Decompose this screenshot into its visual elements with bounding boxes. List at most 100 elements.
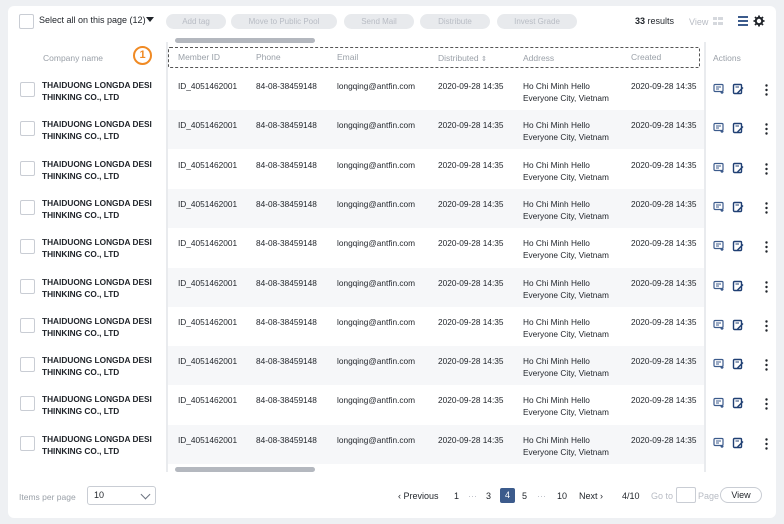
phone-cell: 84-08-38459148 (256, 356, 317, 367)
table-row[interactable]: THAIDUONG LONGDA DESI THINKING CO., LTD I… (8, 228, 776, 268)
bottom-horizontal-scrollbar[interactable] (175, 467, 315, 472)
company-name-cell[interactable]: THAIDUONG LONGDA DESI THINKING CO., LTD (42, 158, 162, 182)
email-cell: longqing@antfin.com (337, 277, 416, 288)
goto-page-input[interactable] (676, 487, 696, 503)
table-row[interactable]: THAIDUONG LONGDA DESI THINKING CO., LTD I… (8, 306, 776, 346)
table-row[interactable]: THAIDUONG LONGDA DESI THINKING CO., LTD I… (8, 188, 776, 228)
comment-add-icon[interactable] (713, 319, 725, 331)
edit-note-icon[interactable] (732, 437, 744, 449)
results-count: 33 results (635, 16, 674, 26)
address-cell: Ho Chi Minh Hello Everyone City, Vietnam (523, 81, 609, 103)
top-horizontal-scrollbar[interactable] (175, 38, 315, 43)
company-name-cell[interactable]: THAIDUONG LONGDA DESI THINKING CO., LTD (42, 276, 162, 300)
edit-note-icon[interactable] (732, 358, 744, 370)
next-page-link[interactable]: Next › (579, 491, 603, 501)
company-name-cell[interactable]: THAIDUONG LONGDA DESI THINKING CO., LTD (42, 354, 162, 378)
settings-gear-icon[interactable] (753, 15, 765, 27)
company-name-cell[interactable]: THAIDUONG LONGDA DESI THINKING CO., LTD (42, 197, 162, 221)
edit-note-icon[interactable] (732, 122, 744, 134)
more-vertical-icon[interactable] (765, 162, 768, 175)
email-cell: longqing@antfin.com (337, 120, 416, 131)
email-cell: longqing@antfin.com (337, 395, 416, 406)
select-all-caret-icon[interactable] (146, 17, 154, 22)
table-row[interactable]: THAIDUONG LONGDA DESI THINKING CO., LTD I… (8, 424, 776, 464)
comment-add-icon[interactable] (713, 437, 725, 449)
page-ellipsis-right[interactable]: ··· (537, 491, 546, 501)
distribute-button[interactable]: Distribute (420, 14, 490, 29)
previous-page-link[interactable]: ‹ Previous (398, 491, 439, 501)
company-name-cell[interactable]: THAIDUONG LONGDA DESI THINKING CO., LTD (42, 79, 162, 103)
distributed-cell: 2020-09-28 14:35 (438, 159, 504, 170)
move-to-public-pool-button[interactable]: Move to Public Pool (231, 14, 337, 29)
table-row[interactable]: THAIDUONG LONGDA DESI THINKING CO., LTD I… (8, 385, 776, 425)
comment-add-icon[interactable] (713, 122, 725, 134)
member-id-cell: ID_4051462001 (178, 81, 238, 91)
comment-add-icon[interactable] (713, 358, 725, 370)
member-id-cell: ID_4051462001 (178, 198, 238, 209)
row-checkbox[interactable] (20, 239, 35, 255)
view-page-button[interactable]: View (720, 487, 762, 503)
add-tag-button[interactable]: Add tag (166, 14, 226, 29)
distributed-cell: 2020-09-28 14:35 (438, 356, 504, 367)
page-link-1[interactable]: 1 (454, 491, 459, 501)
row-fixed-left: THAIDUONG LONGDA DESI THINKING CO., LTD (8, 71, 166, 110)
more-vertical-icon[interactable] (765, 437, 768, 450)
grid-view-icon[interactable] (712, 15, 724, 27)
edit-note-icon[interactable] (732, 162, 744, 174)
table-row[interactable]: THAIDUONG LONGDA DESI THINKING CO., LTD I… (8, 110, 776, 150)
more-vertical-icon[interactable] (765, 398, 768, 411)
page-ellipsis-left[interactable]: ··· (468, 491, 477, 501)
company-name-cell[interactable]: THAIDUONG LONGDA DESI THINKING CO., LTD (42, 236, 162, 260)
view-label: View (689, 17, 709, 27)
select-all-checkbox[interactable] (19, 14, 34, 29)
page-link-3[interactable]: 3 (486, 491, 491, 501)
address-cell: Ho Chi Minh Hello Everyone City, Vietnam (523, 277, 609, 300)
send-mail-label: Send Mail (361, 17, 397, 26)
page-link-current[interactable]: 4 (500, 488, 515, 503)
company-name-cell[interactable]: THAIDUONG LONGDA DESI THINKING CO., LTD (42, 393, 162, 417)
comment-add-icon[interactable] (713, 240, 725, 252)
more-vertical-icon[interactable] (765, 123, 768, 135)
edit-note-icon[interactable] (732, 240, 744, 252)
table-row[interactable]: THAIDUONG LONGDA DESI THINKING CO., LTD I… (8, 346, 776, 386)
row-checkbox[interactable] (20, 278, 35, 294)
page-link-10[interactable]: 10 (557, 491, 567, 501)
invest-grade-button[interactable]: Invest Grade (497, 14, 577, 29)
row-checkbox[interactable] (20, 317, 35, 333)
send-mail-button[interactable]: Send Mail (344, 14, 414, 29)
edit-note-icon[interactable] (732, 319, 744, 331)
edit-note-icon[interactable] (732, 280, 744, 292)
page-link-5[interactable]: 5 (522, 491, 527, 501)
more-vertical-icon[interactable] (765, 84, 768, 96)
more-vertical-icon[interactable] (765, 280, 768, 293)
comment-add-icon[interactable] (713, 397, 725, 409)
company-name-cell[interactable]: THAIDUONG LONGDA DESI THINKING CO., LTD (42, 315, 162, 339)
items-per-page-select[interactable]: 10 (87, 486, 156, 505)
company-name-cell[interactable]: THAIDUONG LONGDA DESI THINKING CO., LTD (42, 433, 162, 457)
row-checkbox[interactable] (20, 199, 35, 215)
row-checkbox[interactable] (20, 82, 35, 97)
comment-add-icon[interactable] (713, 201, 725, 213)
more-vertical-icon[interactable] (765, 320, 768, 332)
table-row[interactable]: THAIDUONG LONGDA DESI THINKING CO., LTD I… (8, 71, 776, 110)
edit-note-icon[interactable] (732, 397, 744, 409)
comment-add-icon[interactable] (713, 280, 725, 292)
comment-add-icon[interactable] (713, 162, 725, 174)
edit-note-icon[interactable] (732, 201, 744, 213)
more-vertical-icon[interactable] (765, 241, 768, 253)
row-checkbox[interactable] (20, 160, 35, 176)
edit-note-icon[interactable] (732, 83, 744, 95)
table-row[interactable]: THAIDUONG LONGDA DESI THINKING CO., LTD I… (8, 149, 776, 189)
row-checkbox[interactable] (20, 396, 35, 412)
row-checkbox[interactable] (20, 121, 35, 137)
company-name-cell[interactable]: THAIDUONG LONGDA DESI THINKING CO., LTD (42, 118, 162, 142)
comment-add-icon[interactable] (713, 83, 725, 95)
more-vertical-icon[interactable] (765, 359, 768, 371)
select-all-label[interactable]: Select all on this page (12) (39, 15, 146, 25)
row-checkbox[interactable] (20, 435, 35, 451)
table-row[interactable]: THAIDUONG LONGDA DESI THINKING CO., LTD I… (8, 267, 776, 307)
list-view-icon[interactable] (737, 15, 749, 27)
row-checkbox[interactable] (20, 357, 35, 373)
row-scroll-area (166, 267, 704, 307)
more-vertical-icon[interactable] (765, 202, 768, 214)
